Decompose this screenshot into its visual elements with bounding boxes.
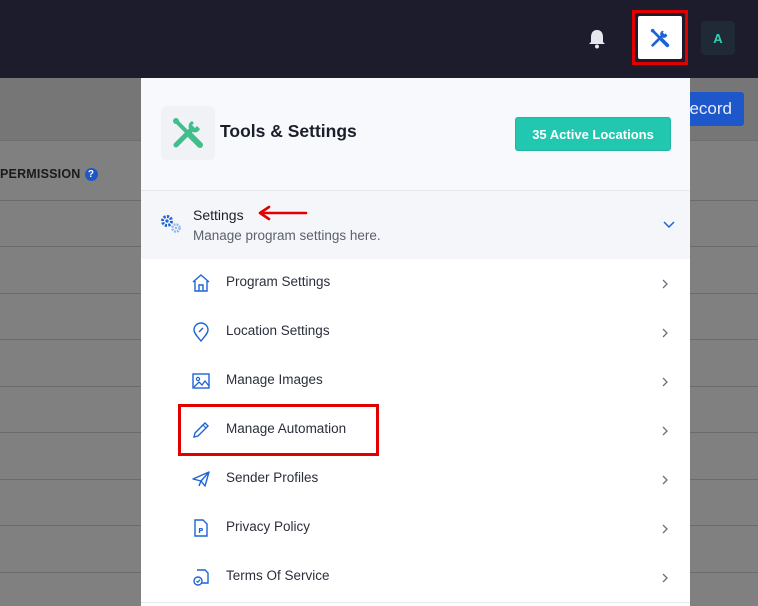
panel-title: Tools & Settings (220, 121, 357, 141)
annotation-highlight-box (178, 404, 379, 456)
settings-section-title: Settings (193, 207, 244, 223)
menu-item-label: Privacy Policy (226, 519, 311, 534)
permission-header-label: PERMISSION (0, 167, 81, 181)
bell-icon[interactable] (587, 28, 607, 50)
chevron-right-icon (660, 277, 670, 289)
chevron-right-icon (660, 571, 670, 583)
menu-item-label: Manage Images (226, 372, 323, 387)
menu-item-label: Sender Profiles (226, 470, 319, 485)
image-icon (191, 371, 211, 391)
annotation-arrow-icon (256, 205, 308, 221)
menu-item-program-settings[interactable]: Program Settings (141, 259, 690, 308)
menu-item-label: Program Settings (226, 274, 331, 289)
avatar[interactable]: A (701, 21, 735, 55)
chevron-right-icon (660, 424, 670, 436)
menu-item-privacy-policy[interactable]: P Privacy Policy (141, 504, 690, 553)
document-p-icon: P (191, 518, 211, 538)
panel-divider (141, 602, 690, 603)
panel-header: Tools & Settings 35 Active Locations (141, 78, 690, 191)
menu-item-manage-images[interactable]: Manage Images (141, 357, 690, 406)
settings-section-subtitle: Manage program settings here. (193, 228, 381, 243)
settings-section-header[interactable]: Settings Manage program settings here. (141, 191, 690, 260)
menu-item-location-settings[interactable]: Location Settings (141, 308, 690, 357)
tools-settings-panel: Tools & Settings 35 Active Locations Set… (141, 78, 690, 606)
home-icon (191, 273, 211, 293)
menu-item-label: Location Settings (226, 323, 330, 338)
active-locations-button[interactable]: 35 Active Locations (515, 117, 671, 151)
menu-item-terms-of-service[interactable]: Terms Of Service (141, 553, 690, 602)
permission-column-header: PERMISSION ? (0, 167, 98, 181)
chevron-right-icon (660, 326, 670, 338)
menu-item-sender-profiles[interactable]: Sender Profiles (141, 455, 690, 504)
menu-item-label: Terms Of Service (226, 568, 330, 583)
tools-logo-icon (161, 106, 215, 160)
svg-text:P: P (198, 527, 203, 535)
paper-plane-icon (191, 469, 211, 489)
chevron-right-icon (660, 375, 670, 387)
chevron-down-icon[interactable] (662, 217, 676, 231)
chevron-right-icon (660, 473, 670, 485)
chevron-right-icon (660, 522, 670, 534)
location-pin-icon (191, 322, 211, 343)
tools-settings-button[interactable] (638, 16, 682, 59)
terms-icon (191, 567, 211, 587)
help-icon[interactable]: ? (84, 167, 98, 181)
gears-icon (159, 213, 183, 235)
wrench-screwdriver-icon (650, 28, 670, 47)
